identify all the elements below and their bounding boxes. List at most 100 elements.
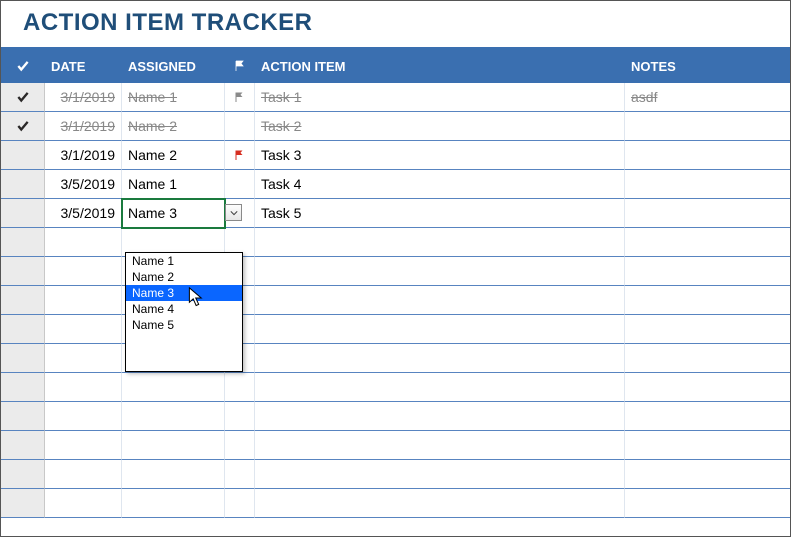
header-date[interactable]: DATE — [45, 49, 122, 83]
cell-assigned[interactable]: Name 1 — [122, 83, 225, 112]
cell-flag[interactable] — [225, 460, 255, 489]
header-action-item[interactable]: ACTION ITEM — [255, 49, 625, 83]
cell-done[interactable] — [1, 402, 45, 431]
cell-action-item[interactable] — [255, 431, 625, 460]
cell-assigned[interactable]: Name 3 — [122, 199, 225, 228]
dropdown-option[interactable]: Name 2 — [126, 269, 242, 285]
flag-icon — [234, 90, 246, 104]
cell-done[interactable] — [1, 170, 45, 199]
cell-date[interactable] — [45, 431, 122, 460]
flag-icon — [234, 148, 246, 162]
cell-date[interactable] — [45, 460, 122, 489]
cell-notes[interactable] — [625, 170, 790, 199]
assigned-dropdown-panel[interactable]: Name 1Name 2Name 3Name 4Name 5 — [125, 252, 243, 372]
cell-action-item[interactable]: Task 5 — [255, 199, 625, 228]
cell-notes[interactable] — [625, 344, 790, 373]
action-item-table: DATE ASSIGNED ACTION ITEM NOTES 3/1/2019… — [1, 47, 790, 518]
cell-notes[interactable] — [625, 315, 790, 344]
cell-notes[interactable] — [625, 286, 790, 315]
cell-done[interactable] — [1, 199, 45, 228]
cell-flag[interactable] — [225, 402, 255, 431]
cell-date[interactable] — [45, 286, 122, 315]
cell-done[interactable] — [1, 373, 45, 402]
header-done[interactable] — [1, 49, 45, 83]
cell-action-item[interactable]: Task 2 — [255, 112, 625, 141]
dropdown-option[interactable]: Name 3 — [126, 285, 242, 301]
cell-notes[interactable] — [625, 431, 790, 460]
cell-action-item[interactable] — [255, 460, 625, 489]
cell-assigned[interactable] — [122, 460, 225, 489]
cell-assigned[interactable] — [122, 489, 225, 518]
header-notes[interactable]: NOTES — [625, 49, 790, 83]
dropdown-padding — [126, 333, 242, 371]
cell-done[interactable] — [1, 228, 45, 257]
cell-done[interactable] — [1, 257, 45, 286]
cell-action-item[interactable]: Task 3 — [255, 141, 625, 170]
cell-flag[interactable] — [225, 83, 255, 112]
cell-date[interactable] — [45, 315, 122, 344]
cell-done[interactable] — [1, 344, 45, 373]
cell-action-item[interactable] — [255, 315, 625, 344]
cell-notes[interactable] — [625, 402, 790, 431]
dropdown-option[interactable]: Name 4 — [126, 301, 242, 317]
cell-flag[interactable] — [225, 431, 255, 460]
cell-assigned[interactable]: Name 1 — [122, 170, 225, 199]
cell-done[interactable] — [1, 489, 45, 518]
cell-done[interactable] — [1, 286, 45, 315]
cell-action-item[interactable]: Task 4 — [255, 170, 625, 199]
cell-date[interactable] — [45, 228, 122, 257]
cell-flag[interactable] — [225, 373, 255, 402]
cell-notes[interactable] — [625, 141, 790, 170]
mouse-cursor-icon — [188, 287, 206, 309]
cell-notes[interactable] — [625, 257, 790, 286]
dropdown-option[interactable]: Name 5 — [126, 317, 242, 333]
cell-date[interactable] — [45, 344, 122, 373]
cell-assigned[interactable]: Name 2 — [122, 112, 225, 141]
cell-action-item[interactable] — [255, 257, 625, 286]
cell-assigned[interactable] — [122, 431, 225, 460]
cell-assigned[interactable]: Name 2 — [122, 141, 225, 170]
cell-done[interactable] — [1, 431, 45, 460]
cell-flag[interactable] — [225, 489, 255, 518]
cell-date[interactable]: 3/5/2019 — [45, 199, 122, 228]
cell-flag[interactable] — [225, 170, 255, 199]
checkmark-icon — [14, 90, 32, 104]
cell-date[interactable]: 3/1/2019 — [45, 83, 122, 112]
cell-done[interactable] — [1, 141, 45, 170]
cell-done[interactable] — [1, 83, 45, 112]
cell-done[interactable] — [1, 460, 45, 489]
cell-action-item[interactable] — [255, 344, 625, 373]
cell-notes[interactable] — [625, 199, 790, 228]
cell-notes[interactable] — [625, 489, 790, 518]
cell-notes[interactable] — [625, 112, 790, 141]
cell-action-item[interactable] — [255, 228, 625, 257]
header-flag[interactable] — [225, 49, 255, 83]
cell-action-item[interactable]: Task 1 — [255, 83, 625, 112]
cell-action-item[interactable] — [255, 286, 625, 315]
cell-date[interactable] — [45, 402, 122, 431]
cell-action-item[interactable] — [255, 373, 625, 402]
cell-date[interactable] — [45, 373, 122, 402]
cell-notes[interactable] — [625, 373, 790, 402]
checkmark-icon — [14, 59, 32, 73]
cell-assigned[interactable] — [122, 402, 225, 431]
cell-action-item[interactable] — [255, 402, 625, 431]
flag-icon — [234, 59, 246, 73]
cell-flag[interactable] — [225, 112, 255, 141]
cell-notes[interactable] — [625, 228, 790, 257]
cell-assigned[interactable] — [122, 373, 225, 402]
cell-date[interactable] — [45, 489, 122, 518]
cell-date[interactable]: 3/1/2019 — [45, 141, 122, 170]
cell-date[interactable]: 3/5/2019 — [45, 170, 122, 199]
cell-flag[interactable] — [225, 141, 255, 170]
cell-action-item[interactable] — [255, 489, 625, 518]
cell-date[interactable] — [45, 257, 122, 286]
cell-done[interactable] — [1, 112, 45, 141]
cell-done[interactable] — [1, 315, 45, 344]
dropdown-button[interactable] — [225, 204, 242, 221]
dropdown-option[interactable]: Name 1 — [126, 253, 242, 269]
cell-notes[interactable]: asdf — [625, 83, 790, 112]
cell-date[interactable]: 3/1/2019 — [45, 112, 122, 141]
header-assigned[interactable]: ASSIGNED — [122, 49, 225, 83]
cell-notes[interactable] — [625, 460, 790, 489]
